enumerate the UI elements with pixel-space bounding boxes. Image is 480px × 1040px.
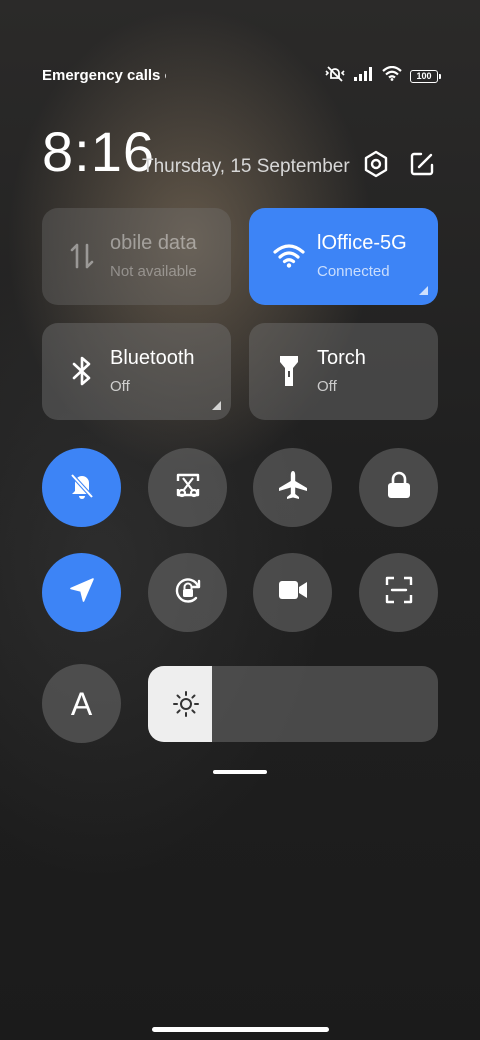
mobile-data-status: Not available [110,263,197,280]
status-icons: 100 [324,65,441,88]
torch-status: Off [317,378,337,395]
silent-mode-toggle[interactable] [42,448,121,527]
expand-corner-icon[interactable] [212,401,221,410]
wifi-tile[interactable]: lOffice-5G Connected [249,208,438,305]
lock-icon [386,470,412,505]
torch-tile[interactable]: Torch Off [249,323,438,420]
screen-recorder-toggle[interactable] [253,553,332,632]
clock-time: 8:16 [42,120,155,183]
bell-off-icon [67,470,97,505]
signal-icon [354,66,374,86]
wifi-status: Connected [317,263,390,280]
status-carrier-text: Emergency calls o [42,67,166,84]
mute-vibrate-icon [324,65,346,88]
mobile-data-icon [66,238,98,274]
home-indicator[interactable] [152,1027,329,1032]
torch-label: Torch [317,347,366,369]
date-text: Thursday, 15 September [142,156,350,177]
scanner-toggle[interactable] [359,553,438,632]
video-camera-icon [278,579,308,606]
wifi-network-name: lOffice-5G [317,232,407,254]
airplane-mode-toggle[interactable] [253,448,332,527]
sun-icon [172,690,200,718]
torch-icon [273,353,305,389]
settings-hexagon-icon[interactable] [359,147,393,181]
scan-icon [385,576,413,609]
rotation-lock-icon [171,573,205,612]
wifi-icon [382,65,402,86]
airplane-icon [277,469,309,506]
lock-screen-toggle[interactable] [359,448,438,527]
brightness-slider[interactable] [148,666,438,742]
battery-icon: 100 [410,69,441,83]
bluetooth-tile[interactable]: Bluetooth Off [42,323,231,420]
mobile-data-tile[interactable]: obile data Not available [42,208,231,305]
expand-corner-icon[interactable] [419,286,428,295]
bluetooth-status: Off [110,378,130,395]
font-size-label: A [70,685,93,722]
location-icon [68,576,96,609]
bluetooth-icon [66,353,98,389]
mobile-data-label: obile data [110,232,197,254]
edit-icon[interactable] [405,147,439,181]
screenshot-scissors-icon [173,470,203,505]
screenshot-toggle[interactable] [148,448,227,527]
panel-drag-handle[interactable] [213,770,267,774]
font-size-toggle[interactable]: A [42,664,121,743]
wifi-icon [273,238,305,274]
bluetooth-label: Bluetooth [110,347,195,369]
rotation-lock-toggle[interactable] [148,553,227,632]
location-toggle[interactable] [42,553,121,632]
